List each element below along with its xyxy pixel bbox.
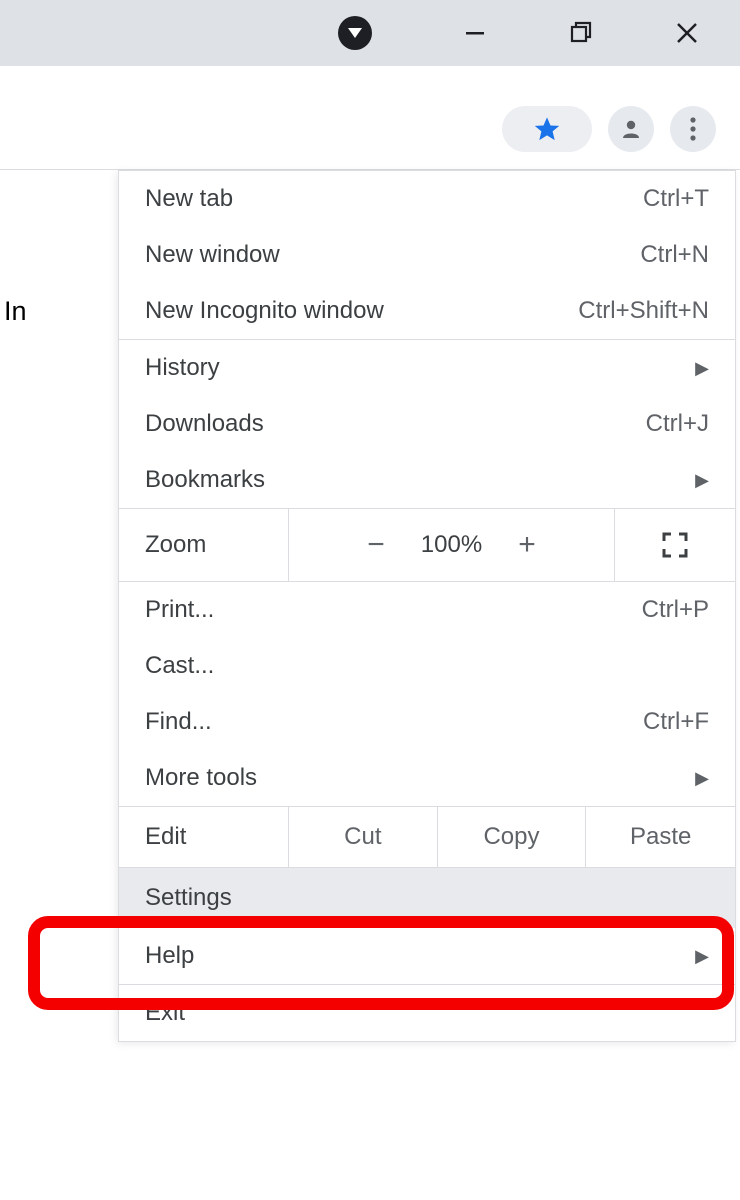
maximize-icon	[569, 21, 593, 45]
chevron-right-icon: ▶	[695, 470, 709, 491]
edit-copy-button[interactable]: Copy	[438, 807, 587, 867]
chrome-menu: New tab Ctrl+T New window Ctrl+N New Inc…	[118, 170, 736, 1042]
menu-item-label: Downloads	[145, 410, 264, 438]
person-icon	[619, 117, 643, 141]
menu-zoom-row: Zoom − 100% +	[119, 508, 735, 582]
menu-item-shortcut: Ctrl+J	[646, 410, 709, 438]
menu-item-label: Bookmarks	[145, 466, 265, 494]
zoom-out-button[interactable]: −	[367, 528, 385, 562]
chevron-right-icon: ▶	[695, 358, 709, 379]
menu-item-new-incognito[interactable]: New Incognito window Ctrl+Shift+N	[119, 283, 735, 339]
star-icon	[533, 115, 561, 143]
menu-item-settings[interactable]: Settings	[119, 868, 735, 928]
bookmark-star-button[interactable]	[502, 106, 592, 152]
menu-item-cast[interactable]: Cast...	[119, 638, 735, 694]
menu-item-shortcut: Ctrl+F	[643, 708, 709, 736]
menu-item-label: New window	[145, 241, 280, 269]
chevron-right-icon: ▶	[695, 768, 709, 789]
window-close-button[interactable]	[664, 10, 710, 56]
menu-item-history[interactable]: History ▶	[119, 340, 735, 396]
menu-item-label: Help	[145, 942, 194, 970]
zoom-level: 100%	[421, 531, 482, 559]
menu-item-label: History	[145, 354, 220, 382]
dropdown-triangle-icon	[348, 28, 362, 38]
kebab-icon	[690, 117, 696, 141]
menu-item-new-tab[interactable]: New tab Ctrl+T	[119, 171, 735, 227]
zoom-controls: − 100% +	[289, 509, 615, 581]
chevron-right-icon: ▶	[695, 946, 709, 967]
zoom-in-button[interactable]: +	[518, 528, 536, 562]
menu-item-help[interactable]: Help ▶	[119, 928, 735, 984]
menu-edit-row: Edit Cut Copy Paste	[119, 806, 735, 868]
titlebar-dropdown-button[interactable]	[338, 16, 372, 50]
chrome-menu-button[interactable]	[670, 106, 716, 152]
edit-label: Edit	[119, 807, 289, 867]
window-titlebar	[0, 0, 740, 66]
menu-item-label: New Incognito window	[145, 297, 384, 325]
fullscreen-button[interactable]	[615, 509, 735, 581]
window-maximize-button[interactable]	[558, 10, 604, 56]
minimize-icon	[464, 22, 486, 44]
profile-button[interactable]	[608, 106, 654, 152]
close-icon	[675, 21, 699, 45]
zoom-label: Zoom	[119, 509, 289, 581]
menu-item-new-window[interactable]: New window Ctrl+N	[119, 227, 735, 283]
menu-item-more-tools[interactable]: More tools ▶	[119, 750, 735, 806]
menu-item-shortcut: Ctrl+N	[640, 241, 709, 269]
menu-item-print[interactable]: Print... Ctrl+P	[119, 582, 735, 638]
menu-item-find[interactable]: Find... Ctrl+F	[119, 694, 735, 750]
fullscreen-icon	[662, 532, 688, 558]
menu-item-label: Settings	[145, 884, 232, 912]
page-partial-text: In	[4, 296, 27, 327]
menu-item-downloads[interactable]: Downloads Ctrl+J	[119, 396, 735, 452]
window-minimize-button[interactable]	[452, 10, 498, 56]
menu-item-shortcut: Ctrl+T	[643, 185, 709, 213]
menu-item-shortcut: Ctrl+Shift+N	[578, 297, 709, 325]
menu-item-label: More tools	[145, 764, 257, 792]
menu-item-label: New tab	[145, 185, 233, 213]
menu-item-bookmarks[interactable]: Bookmarks ▶	[119, 452, 735, 508]
menu-item-label: Print...	[145, 596, 214, 624]
menu-item-label: Exit	[145, 999, 185, 1027]
menu-item-exit[interactable]: Exit	[119, 985, 735, 1041]
menu-item-label: Find...	[145, 708, 212, 736]
menu-item-shortcut: Ctrl+P	[642, 596, 709, 624]
edit-cut-button[interactable]: Cut	[289, 807, 438, 867]
menu-item-label: Cast...	[145, 652, 214, 680]
browser-toolbar	[0, 88, 740, 170]
edit-paste-button[interactable]: Paste	[586, 807, 735, 867]
